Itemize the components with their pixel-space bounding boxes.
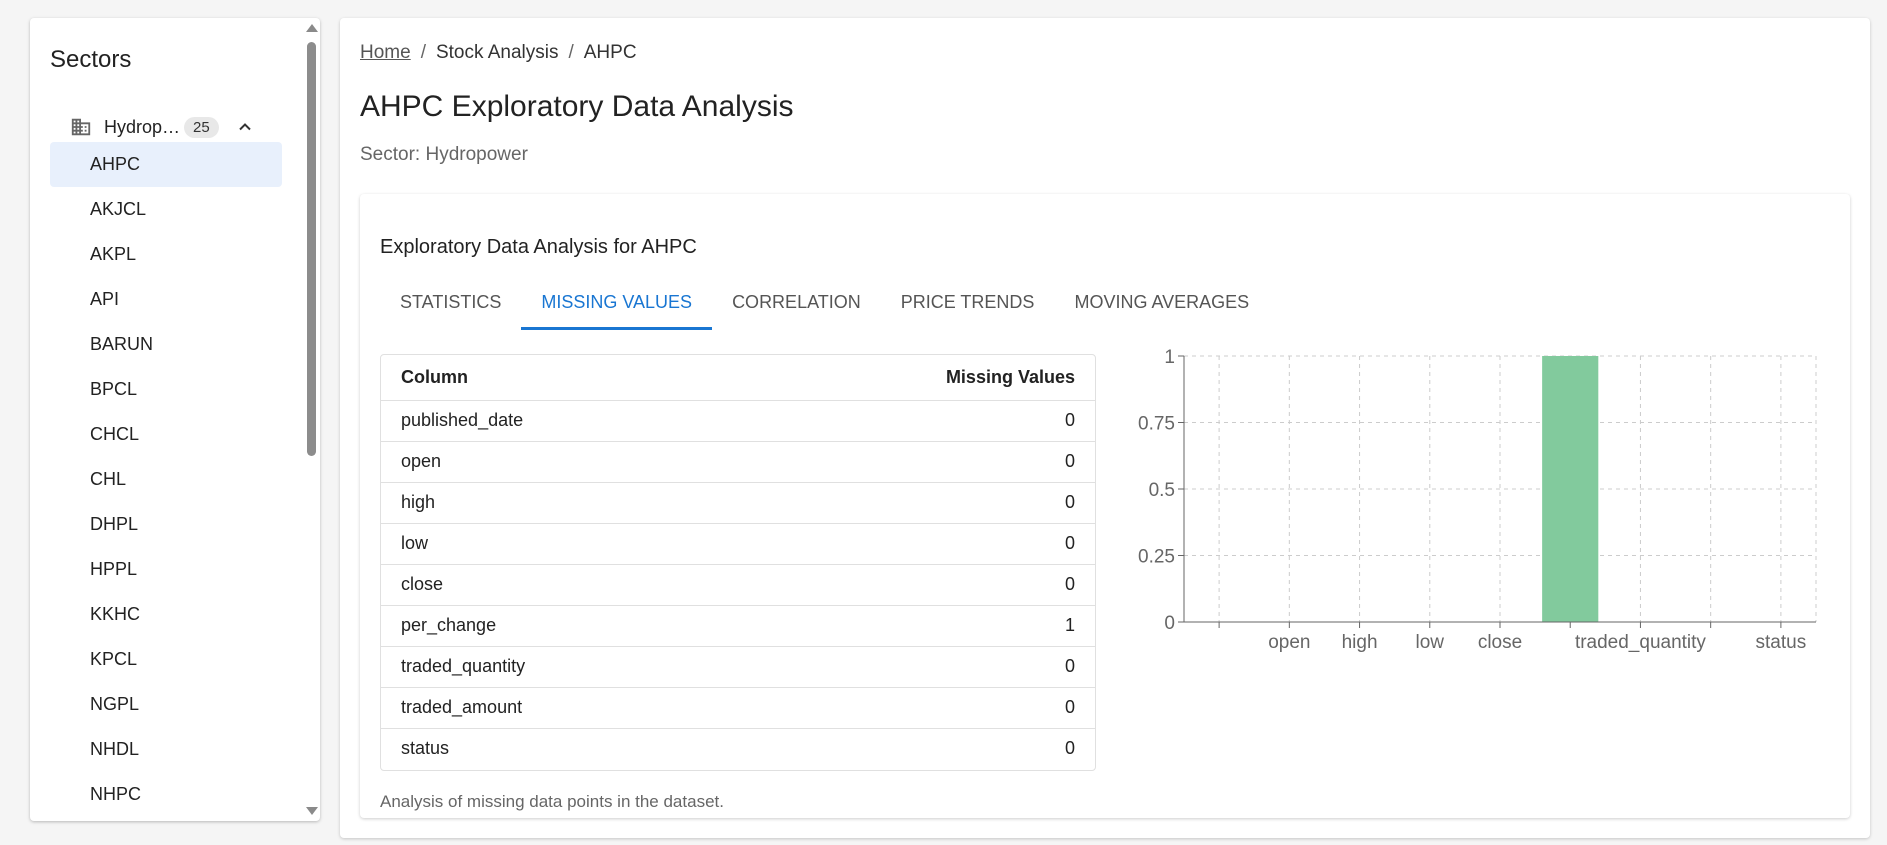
sector-count-badge: 25 [184,116,219,138]
cell-column-name: low [381,522,733,564]
x-tick-label: traded_quantity [1575,632,1706,653]
company-item-kkhc[interactable]: KKHC [50,592,282,637]
company-item-hppl[interactable]: HPPL [50,547,282,592]
breadcrumb: Home / Stock Analysis / AHPC [360,42,637,64]
table-row: traded_quantity 0 [381,645,1095,687]
company-item-nhdl[interactable]: NHDL [50,727,282,772]
company-item-chcl[interactable]: CHCL [50,412,282,457]
tab-price-trends[interactable]: PRICE TRENDS [881,274,1055,330]
cell-column-name: traded_quantity [381,645,733,687]
scroll-up-arrow-icon[interactable] [306,24,318,32]
cell-missing-count: 0 [732,727,1095,769]
sector-group-hydropower[interactable]: Hydrop… 25 [70,108,270,146]
analysis-caption: Analysis of missing data points in the d… [380,792,724,811]
scroll-down-arrow-icon[interactable] [306,807,318,815]
company-item-nhpc[interactable]: NHPC [50,772,282,817]
company-item-dhpl[interactable]: DHPL [50,502,282,547]
table-row: per_change 1 [381,604,1095,646]
column-header-column: Column [401,366,468,387]
table-row: low 0 [381,522,1095,564]
breadcrumb-home-link[interactable]: Home [360,42,411,64]
table-row: traded_amount 0 [381,686,1095,728]
building-icon [71,118,91,136]
breadcrumb-separator: / [568,42,574,63]
cell-missing-count: 0 [732,522,1095,564]
page-title: AHPC Exploratory Data Analysis [360,90,794,123]
tab-statistics[interactable]: STATISTICS [380,274,521,330]
company-item-ngpl[interactable]: NGPL [50,682,282,727]
sector-subtitle: Sector: Hydropower [360,144,528,165]
eda-tabs: STATISTICS MISSING VALUES CORRELATION PRICE… [380,274,1269,330]
table-row: published_date 0 [381,399,1095,441]
cell-column-name: per_change [381,604,733,646]
company-item-bpcl[interactable]: BPCL [50,367,282,412]
cell-column-name: open [381,440,733,482]
cell-column-name: high [381,481,733,523]
column-header-missing-values: Missing Values [945,366,1075,387]
cell-missing-count: 0 [732,481,1095,523]
y-tick-label: 0.25 [1138,547,1175,568]
tab-correlation[interactable]: CORRELATION [712,274,881,330]
chevron-up-icon[interactable] [235,117,255,137]
x-tick-label: close [1478,632,1522,653]
main-content: Home / Stock Analysis / AHPC AHPC Explor… [340,18,1870,838]
breadcrumb-separator: / [420,42,426,63]
x-tick-label: low [1416,632,1445,653]
table-row: high 0 [381,481,1095,523]
tab-moving-averages[interactable]: MOVING AVERAGES [1054,274,1269,330]
x-tick-label: high [1342,632,1378,653]
sidebar-title: Sectors [50,46,132,73]
y-tick-label: 0.75 [1138,414,1175,435]
x-tick-label: status [1756,632,1807,653]
sector-name: Hydrop… [104,116,181,137]
cell-column-name: published_date [381,399,733,441]
eda-card: Exploratory Data Analysis for AHPC STATI… [360,194,1850,818]
company-item-ahpc[interactable]: AHPC [50,142,282,187]
y-tick-label: 0 [1164,613,1175,634]
company-item-akjcl[interactable]: AKJCL [50,187,282,232]
company-item-api[interactable]: API [50,277,282,322]
cell-column-name: status [381,727,733,769]
bar-per_change [1542,356,1599,622]
missing-values-table: Column Missing Values published_date 0 ope… [380,354,1096,771]
company-item-barun[interactable]: BARUN [50,322,282,367]
breadcrumb-current: AHPC [583,42,637,63]
company-list: AHPC AKJCL AKPL API BARUN BPCL CHCL CHL DHPL HPPL… [50,142,282,817]
company-item-chl[interactable]: CHL [50,457,282,502]
cell-missing-count: 0 [732,440,1095,482]
cell-missing-count: 0 [732,645,1095,687]
card-title: Exploratory Data Analysis for AHPC [380,236,697,258]
y-tick-label: 0.5 [1149,480,1175,501]
table-row: close 0 [381,563,1095,605]
cell-missing-count: 1 [732,604,1095,646]
sidebar-scrollbar[interactable] [302,18,320,821]
cell-column-name: traded_amount [381,686,733,728]
scroll-thumb[interactable] [307,42,316,456]
company-item-akpl[interactable]: AKPL [50,232,282,277]
missing-values-bar-chart: 0 0.25 0.5 0.75 1 open high low close traded_quan… [1138,347,1817,653]
table-header-row: Column Missing Values [381,355,1095,400]
sectors-sidebar: Sectors Hydrop… 25 AHPC AKJCL AKPL API BARUN… [30,18,320,821]
cell-column-name: close [381,563,733,605]
cell-missing-count: 0 [732,563,1095,605]
cell-missing-count: 0 [732,399,1095,441]
table-row: open 0 [381,440,1095,482]
x-tick-label: open [1268,632,1310,653]
cell-missing-count: 0 [732,686,1095,728]
table-row: status 0 [381,727,1095,769]
company-item-kpcl[interactable]: KPCL [50,637,282,682]
y-tick-label: 1 [1164,347,1175,368]
breadcrumb-stock-analysis: Stock Analysis [435,42,559,63]
tab-missing-values[interactable]: MISSING VALUES [521,274,712,330]
